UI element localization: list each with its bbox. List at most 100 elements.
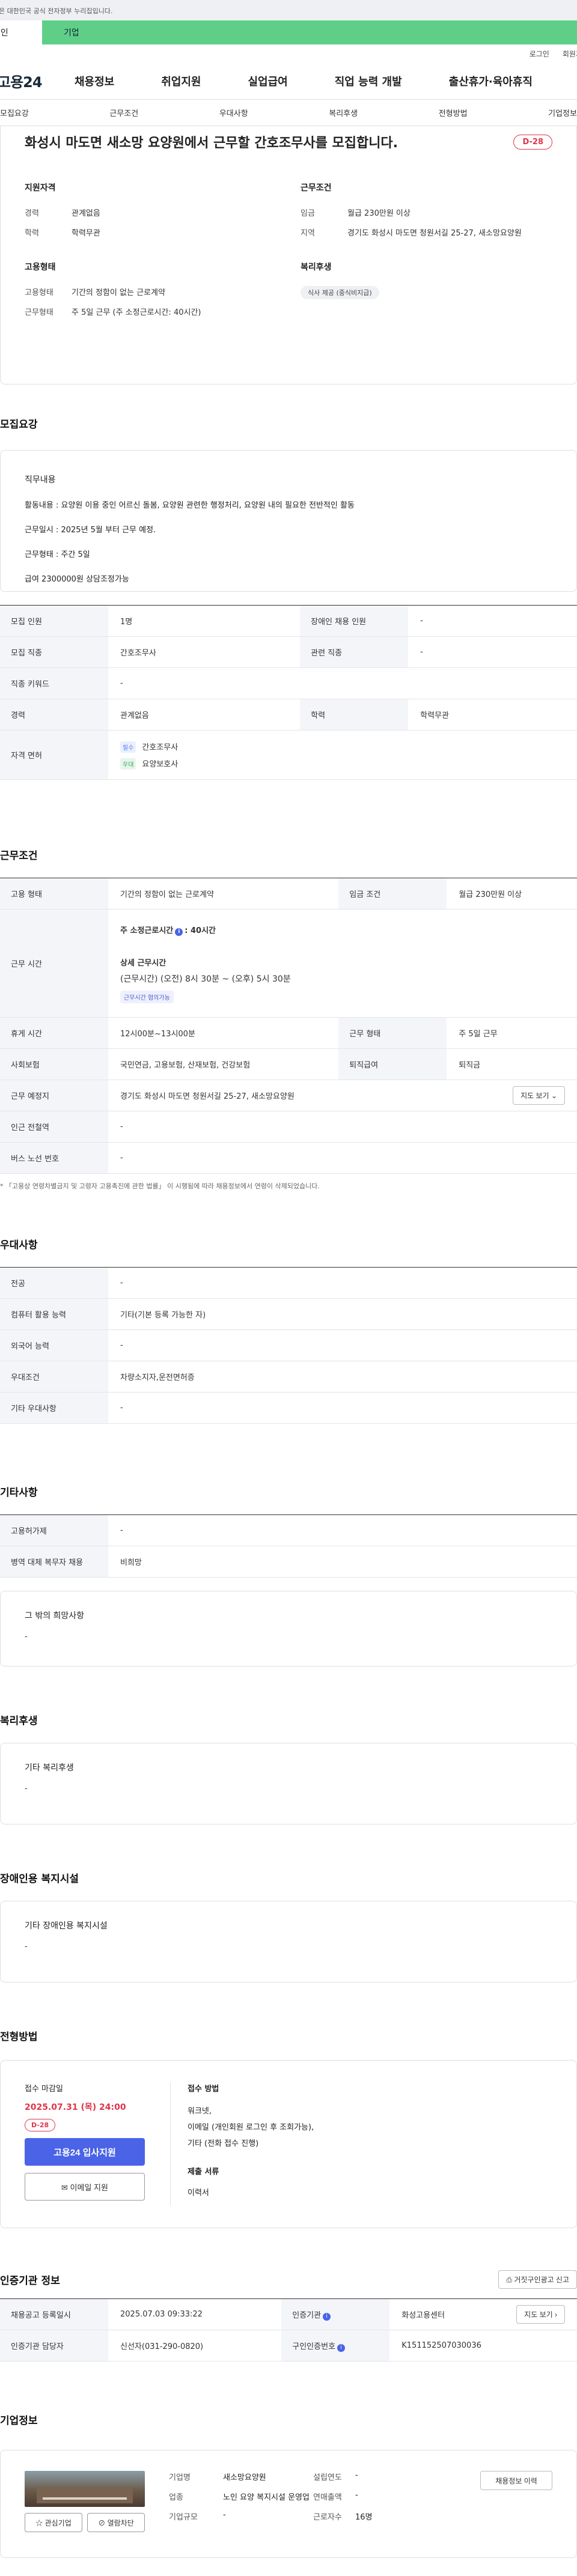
table-row: 모집 직종 간호조무사 관련 직종 - xyxy=(0,636,577,668)
area-value: 경기도 화성시 마도면 청원서길 25-27, 새소망요양원 xyxy=(347,229,522,238)
cell-label: 모집 직종 xyxy=(0,636,108,668)
cell-value: 퇴직금 xyxy=(447,1048,577,1080)
cell-value: 주 5일 근무 xyxy=(447,1017,577,1049)
table-row: 휴게 시간 12시00분~13시00분 근무 형태 주 5일 근무 xyxy=(0,1017,577,1049)
table-row: 외국어 능력 - xyxy=(0,1329,577,1361)
cell-value: - xyxy=(108,1111,577,1143)
table-row: 직종 키워드 - xyxy=(0,667,577,699)
cell-label: 외국어 능력 xyxy=(0,1329,108,1361)
employees-label: 근로자수 xyxy=(313,2513,342,2522)
map-view-button[interactable]: 지도 보기 ⌄ xyxy=(513,1086,565,1105)
deadline-heading: 접수 마감일 xyxy=(25,2085,63,2094)
career-label: 경력 xyxy=(25,209,39,218)
company-card: ☆ 관심기업 ⊘ 열람차단 기업명 새소망요양원 설립연도 - 업종 노인 요양 복지… xyxy=(0,2450,577,2558)
cell-label: 임금 조건 xyxy=(338,878,447,910)
interest-company-button[interactable]: ☆ 관심기업 xyxy=(25,2513,82,2532)
pref-section-title: 우대사항 xyxy=(0,1239,38,1251)
method-heading: 접수 방법 xyxy=(188,2085,219,2094)
tab-welfare[interactable]: 복리후생 xyxy=(329,107,358,118)
company-size-value: - xyxy=(223,2511,226,2520)
block-view-button[interactable]: ⊘ 열람차단 xyxy=(87,2513,145,2532)
license-name: 간호조무사 xyxy=(142,743,179,752)
job-history-button[interactable]: 채용정보 이력 xyxy=(480,2471,552,2490)
job-description-line: 활동내용 : 요양원 이용 중인 어르신 돌봄, 요양원 관련한 행정처리, 요… xyxy=(25,501,355,510)
info-icon[interactable]: i xyxy=(337,2344,346,2352)
method-line: 이메일 (개인회원 로그인 후 조회가능), xyxy=(188,2123,314,2132)
block-icon: ⊘ xyxy=(98,2518,106,2527)
cert-map-button[interactable]: 지도 보기 › xyxy=(516,2305,565,2324)
tab-work-conditions[interactable]: 근무조건 xyxy=(109,107,138,118)
cell-label: 인증기관 담당자 xyxy=(0,2330,108,2362)
welfare-card: 기타 복리후생 - xyxy=(0,1743,577,1824)
gnb-unemployment-benefit[interactable]: 실업급여 xyxy=(248,73,288,89)
company-name-label: 기업명 xyxy=(169,2473,191,2482)
cell-label: 버스 노선 번호 xyxy=(0,1142,108,1174)
apply-right: 접수 방법 워크넷, 이메일 (개인회원 로그인 후 조회가능), 기타 (전화… xyxy=(188,2082,314,2206)
employment-block: 고용형태 고용형태 기간의 정함이 없는 근로계약 근무형태 주 5일 근무 (주 … xyxy=(25,261,276,326)
job-title: 화성시 마도면 새소망 요양원에서 근무할 간호조무사를 모집합니다. xyxy=(25,136,398,151)
method-line: 워크넷, xyxy=(188,2107,212,2116)
docs-heading: 제출 서류 xyxy=(188,2167,219,2177)
tab-preferences[interactable]: 우대사항 xyxy=(219,107,248,118)
qualification-block: 지원자격 경력 관계없음 학력 학력무관 xyxy=(25,181,276,246)
welfare-card-heading: 기타 복리후생 xyxy=(25,1763,74,1773)
tab-company[interactable]: 기업정보 xyxy=(548,107,577,118)
table-row: 병역 대체 복무자 채용 비희망 xyxy=(0,1546,577,1578)
cell-label: 고용허가제 xyxy=(0,1514,108,1546)
cell-value: - xyxy=(108,1392,577,1424)
cell-label: 컴퓨터 활용 능력 xyxy=(0,1298,108,1330)
login-link[interactable]: 로그인 xyxy=(530,49,549,59)
company-photo xyxy=(25,2471,145,2507)
condition-heading: 근무조건 xyxy=(301,183,332,193)
report-fake-ad-button[interactable]: ⎙ 거짓구인광고 신고 xyxy=(498,2270,577,2289)
cert-header: 인증기관 정보 ⎙ 거짓구인광고 신고 xyxy=(0,2270,577,2289)
join-link[interactable]: 회원가입 xyxy=(563,49,577,59)
tab-recruit[interactable]: 모집요강 xyxy=(0,107,29,118)
user-type-tabs: 개인 기업 xyxy=(0,20,577,44)
docs-value: 이력서 xyxy=(188,2189,209,2198)
table-row: 고용허가제 - xyxy=(0,1514,577,1546)
table-row: 기타 우대사항 - xyxy=(0,1392,577,1424)
disability-card-heading: 기타 장애인용 복지시설 xyxy=(25,1921,108,1931)
gnb-vocational-training[interactable]: 직업 능력 개발 xyxy=(335,73,402,89)
tab-personal[interactable]: 개인 xyxy=(0,20,42,44)
work-form-value: 주 5일 근무 (주 소정근로시간: 40시간) xyxy=(72,308,201,317)
email-apply-button[interactable]: ✉ 이메일 지원 xyxy=(25,2173,145,2201)
qualification-heading: 지원자격 xyxy=(25,183,56,193)
table-row: 사회보험 국민연금, 고용보험, 산재보험, 건강보험 퇴직급여 퇴직금 xyxy=(0,1048,577,1080)
disability-section-title: 장애인용 복지시설 xyxy=(0,1873,79,1885)
tab-company[interactable]: 기업 xyxy=(42,20,577,44)
career-value: 관계없음 xyxy=(72,209,100,218)
job-description-card: 직무내용 활동내용 : 요양원 이용 중인 어르신 돌봄, 요양원 관련한 행정… xyxy=(0,450,577,592)
apply-button[interactable]: 고용24 입사지원 xyxy=(25,2138,145,2166)
deadline-value: 2025.07.31 (목) 24:00 xyxy=(25,2103,126,2112)
table-row: 인근 전철역 - xyxy=(0,1111,577,1143)
company-name-value: 새소망요양원 xyxy=(223,2473,266,2482)
wage-label: 임금 xyxy=(301,209,315,218)
info-icon[interactable]: i xyxy=(323,2312,331,2321)
tab-selection[interactable]: 전형방법 xyxy=(439,107,468,118)
gnb-parental-leave[interactable]: 출산휴가·육아휴직 xyxy=(449,73,533,89)
gov-banner-text: 이 누리집은 대한민국 공식 전자정부 누리집입니다. xyxy=(0,7,113,15)
divider xyxy=(170,2082,171,2206)
cell-label: 경력 xyxy=(0,699,108,731)
cell-label: 근무 예정지 xyxy=(0,1080,108,1111)
cell-value: 학력무관 xyxy=(408,699,577,731)
site-logo[interactable]: 고용24 xyxy=(0,70,75,91)
sales-label: 연매출액 xyxy=(313,2493,342,2502)
other-wishes-card: 그 밖의 희망사항 - xyxy=(0,1591,577,1666)
cell-label: 근무 시간 xyxy=(0,909,108,1018)
job-description-line: 근무일시 : 2025년 5월 부터 근무 예정. xyxy=(25,526,156,535)
info-icon[interactable]: i xyxy=(175,928,183,936)
utility-links: 로그인 회원가입 xyxy=(0,44,577,62)
cert-section-title: 인증기관 정보 xyxy=(0,2275,60,2287)
work-hours-cell: 주 소정근로시간 i: 40시간 상세 근무시간 (근무시간) (오전) 8시 3… xyxy=(108,909,577,1018)
cell-label: 관련 직종 xyxy=(300,636,409,668)
cert-org-label: 인증기관 i xyxy=(281,2298,390,2330)
gnb-jobs[interactable]: 채용정보 xyxy=(75,73,114,89)
mail-icon: ✉ xyxy=(61,2183,68,2192)
dday-badge: D-28 xyxy=(513,134,552,150)
cell-value: - xyxy=(108,1267,577,1299)
hours-negotiable-badge: 근무시간 협의가능 xyxy=(120,990,174,1003)
gnb-employment-support[interactable]: 취업지원 xyxy=(161,73,201,89)
